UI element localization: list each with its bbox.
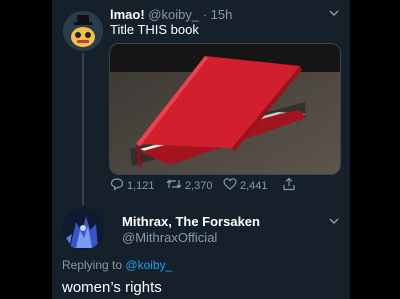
- reply-author-name[interactable]: Mithrax, The Forsaken: [122, 214, 260, 229]
- reply-icon: [110, 177, 124, 194]
- reply-text: women’s rights: [62, 279, 162, 296]
- tweet-header: lmao! @koiby_ · 15h: [110, 7, 232, 22]
- tweet-text: Title THIS book: [110, 22, 199, 37]
- tweet-actions: 1,121 2,370 2,441: [110, 177, 310, 193]
- author-handle[interactable]: @koiby_: [148, 7, 199, 22]
- replying-handle-link[interactable]: @koiby_: [125, 258, 172, 272]
- reply-count: 1,121: [127, 179, 155, 192]
- replying-label: Replying to: [62, 258, 123, 272]
- retweet-icon: [166, 177, 182, 194]
- share-button[interactable]: [282, 177, 296, 194]
- share-icon: [282, 177, 296, 194]
- avatar[interactable]: [62, 208, 104, 250]
- tweet-image[interactable]: [109, 43, 341, 175]
- retweet-button[interactable]: 2,370: [166, 177, 213, 194]
- timestamp[interactable]: 15h: [211, 7, 233, 22]
- separator-dot: ·: [202, 7, 208, 22]
- chevron-down-icon[interactable]: [328, 215, 340, 230]
- avatar[interactable]: [63, 11, 103, 51]
- reply-author-handle[interactable]: @MithraxOfficial: [122, 230, 217, 245]
- like-count: 2,441: [240, 179, 268, 192]
- reply-button[interactable]: 1,121: [110, 177, 155, 194]
- like-icon: [223, 177, 237, 194]
- replying-to: Replying to @koiby_: [62, 258, 172, 272]
- tweet-thread: lmao! @koiby_ · 15h Title THIS book 1,12…: [52, 0, 350, 299]
- thread-line: [82, 53, 84, 205]
- retweet-count: 2,370: [185, 179, 213, 192]
- author-name[interactable]: lmao!: [110, 7, 145, 22]
- like-button[interactable]: 2,441: [223, 177, 268, 194]
- chevron-down-icon[interactable]: [328, 7, 340, 22]
